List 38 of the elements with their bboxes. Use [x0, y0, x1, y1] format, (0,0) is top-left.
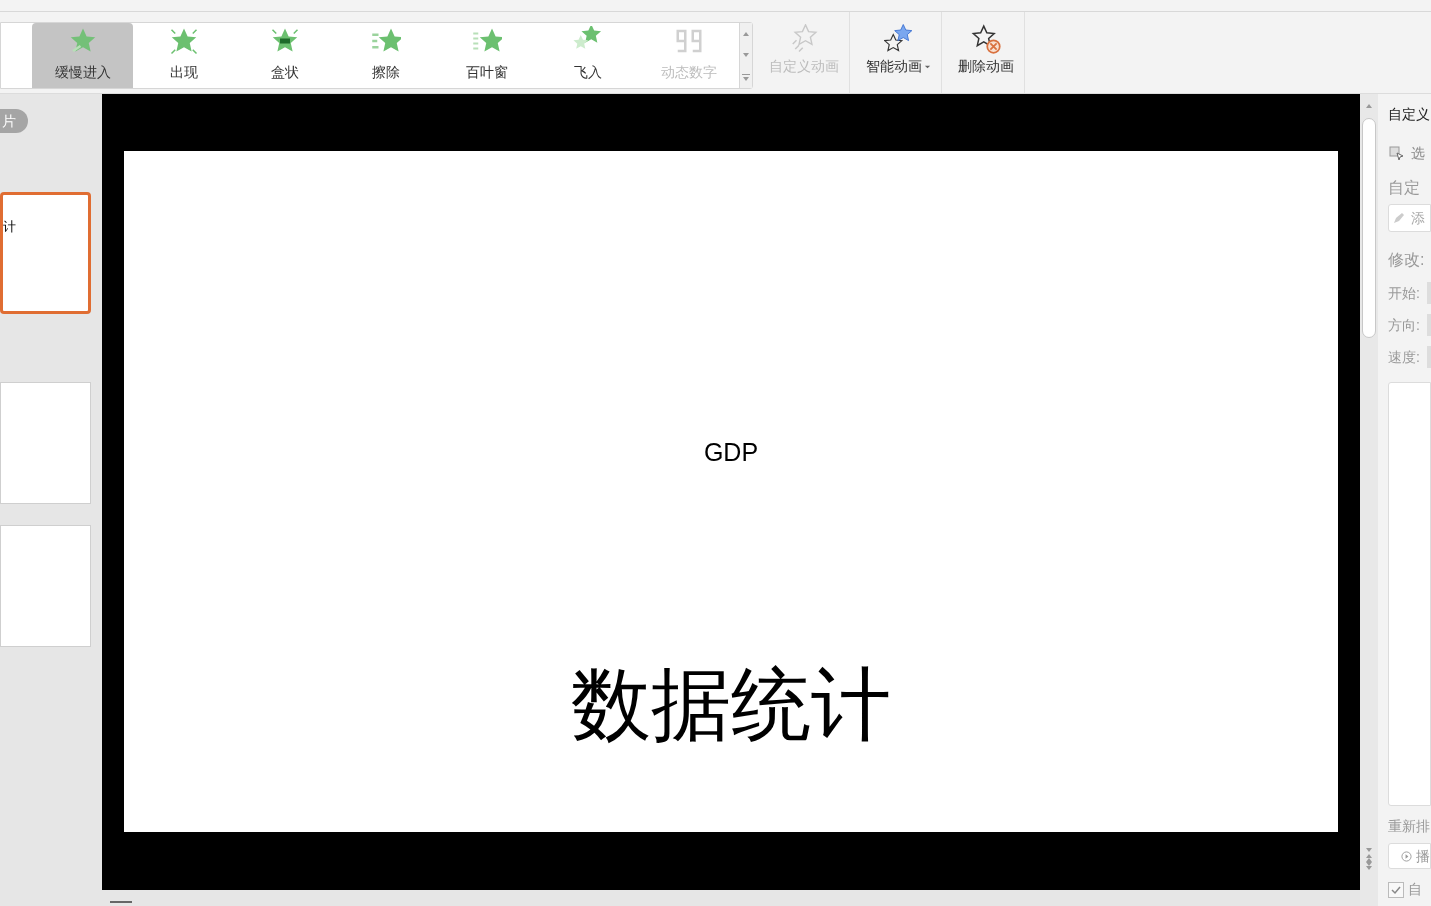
ribbon-button[interactable]: 删除动画 [948, 12, 1025, 93]
animation-option[interactable]: 缓慢进入 [32, 23, 133, 88]
pencil-icon [1393, 212, 1405, 224]
field-label: 开始: [1388, 283, 1421, 303]
effects-list[interactable] [1388, 382, 1431, 806]
animation-option[interactable]: 出现 [133, 23, 234, 88]
autopreview-checkbox[interactable] [1388, 881, 1404, 898]
slide-thumbnail[interactable]: 计 [0, 192, 91, 314]
next-slide-icon[interactable] [1365, 862, 1373, 870]
slide-subtitle: GDP [703, 437, 759, 468]
slide-thumbnail[interactable] [0, 382, 91, 504]
reorder-label: 重新排 [1388, 817, 1431, 836]
notes-icon [110, 900, 132, 904]
slide-thumbnail[interactable] [0, 525, 91, 647]
ribbon-button[interactable]: 智能动画 [856, 12, 942, 93]
animation-option[interactable]: 擦除 [335, 23, 436, 88]
play-icon [1401, 849, 1412, 863]
field-label: 速度: [1388, 347, 1421, 367]
star-delete-icon [971, 24, 1001, 54]
stars-icon [883, 24, 914, 54]
scroll-down-icon[interactable] [1365, 846, 1373, 854]
previous-slide-icon[interactable] [1365, 854, 1373, 862]
field-label: 方向: [1388, 315, 1421, 335]
checkbox-label: 自 [1408, 880, 1422, 899]
select-icon [1389, 145, 1405, 162]
section-heading: 修改: [1388, 250, 1426, 270]
animation-option[interactable]: 盒状 [234, 23, 335, 88]
scrollbar-thumb[interactable] [1362, 118, 1376, 338]
expand-icon[interactable] [742, 73, 750, 82]
scroll-up-icon[interactable] [1365, 102, 1373, 110]
section-heading: 自定 [1388, 178, 1421, 198]
thumbnail-text: 计 [3, 218, 17, 236]
pane-label: 选 [1411, 144, 1425, 163]
pane-title: 自定义 [1388, 105, 1431, 124]
animation-option[interactable]: 百叶窗 [436, 23, 537, 88]
shooting-star-icon [789, 24, 819, 54]
animation-option[interactable]: 飞入 [537, 23, 638, 88]
slide-title: 数据统计 [571, 659, 891, 750]
